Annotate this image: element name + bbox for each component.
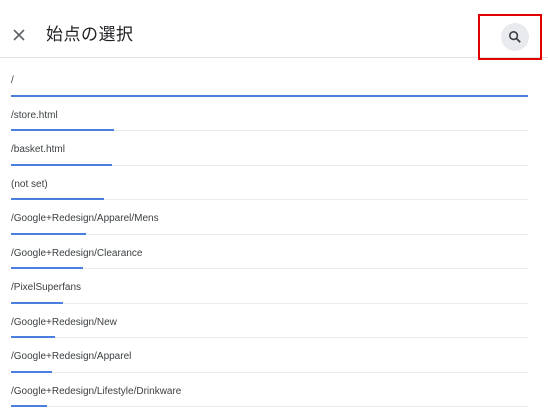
list-item-label: (not set) xyxy=(11,178,48,190)
list-item-label: /Google+Redesign/New xyxy=(11,316,117,328)
dialog-title: 始点の選択 xyxy=(46,25,134,45)
list-item[interactable]: /Google+Redesign/Clearance xyxy=(11,235,528,269)
list-item-label: /store.html xyxy=(11,109,58,121)
close-icon xyxy=(13,29,25,41)
list-item[interactable]: (not set) xyxy=(11,166,528,200)
list-item[interactable]: / xyxy=(11,62,528,97)
list-item-label: / xyxy=(11,75,14,86)
page-list: / /store.html/basket.html (not set) /Google… xyxy=(0,62,548,407)
list-item-label: /Google+Redesign/Apparel/Mens xyxy=(11,213,159,224)
list-item[interactable]: /basket.html xyxy=(11,131,528,166)
list-item-label: /Google+Redesign/Apparel xyxy=(11,351,132,362)
list-item[interactable]: /PixelSuperfans xyxy=(11,269,528,304)
list-item-label: /basket.html xyxy=(11,144,65,155)
list-item[interactable]: /Google+Redesign/Lifestyle/Drinkware xyxy=(11,373,528,407)
list-item-label: /PixelSuperfans xyxy=(11,282,82,293)
dialog-header: 始点の選択 xyxy=(0,0,548,60)
list-item-divider xyxy=(11,406,528,407)
search-button[interactable] xyxy=(501,23,529,51)
search-highlight-box xyxy=(478,14,542,60)
list-item[interactable]: /Google+Redesign/Apparel xyxy=(11,338,528,373)
close-button[interactable] xyxy=(9,25,29,45)
list-item[interactable]: /Google+Redesign/New xyxy=(11,304,528,338)
list-item-label: /Google+Redesign/Lifestyle/Drinkware xyxy=(11,385,182,397)
search-icon xyxy=(508,30,521,43)
list-item-label: /Google+Redesign/Clearance xyxy=(11,247,143,259)
list-item[interactable]: /store.html xyxy=(11,97,528,131)
list-item[interactable]: /Google+Redesign/Apparel/Mens xyxy=(11,200,528,235)
list-item-share-bar xyxy=(11,405,48,407)
